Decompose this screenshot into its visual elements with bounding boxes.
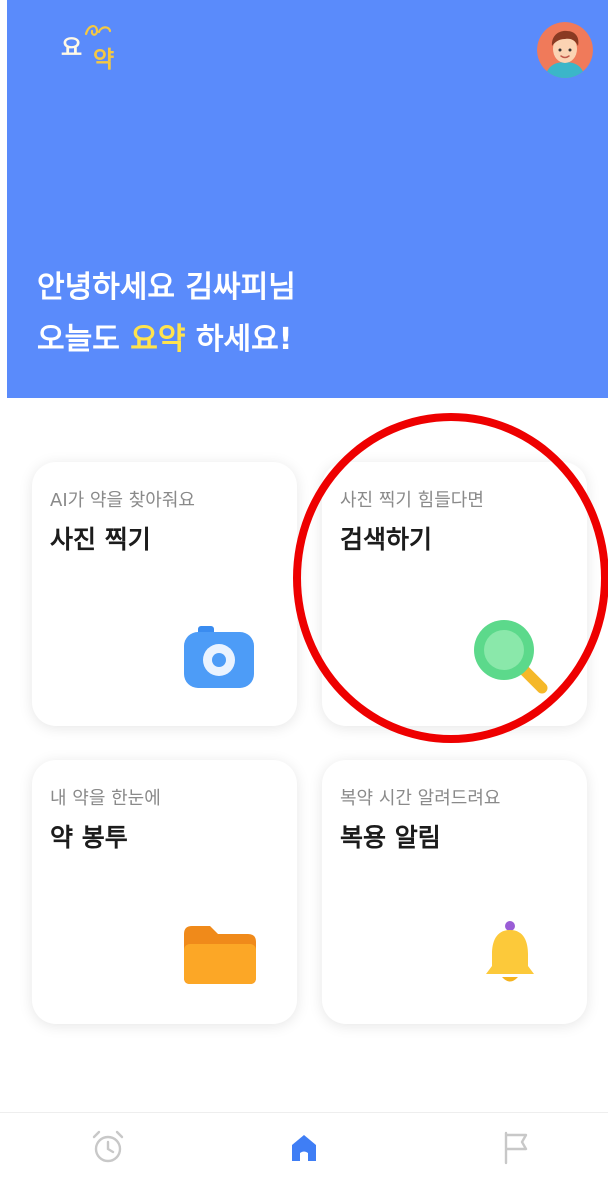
logo-text-yak: 약 bbox=[93, 47, 115, 73]
logo-text-yo: 요 bbox=[61, 35, 83, 61]
card-medication-alarm[interactable]: 복약 시간 알려드려요 복용 알림 bbox=[322, 760, 587, 1024]
nav-flag[interactable] bbox=[496, 1127, 536, 1167]
card-title: 사진 찍기 bbox=[50, 525, 151, 554]
card-subtitle: 내 약을 한눈에 bbox=[50, 788, 161, 809]
greeting-line-2: 오늘도 요약 하세요! bbox=[37, 314, 296, 366]
home-icon bbox=[292, 1135, 316, 1161]
card-pill-envelope[interactable]: 내 약을 한눈에 약 봉투 bbox=[32, 760, 297, 1024]
header-banner: 요 약 안녕하세요 김싸피님 오늘도 요약 하세요! bbox=[7, 0, 608, 398]
alarm-clock-icon bbox=[92, 1130, 124, 1163]
nav-alarm[interactable] bbox=[88, 1127, 128, 1167]
card-title: 검색하기 bbox=[340, 525, 433, 554]
avatar-icon bbox=[537, 22, 593, 78]
app-logo: 요 약 bbox=[59, 22, 129, 78]
logo-swirl-icon bbox=[84, 25, 112, 36]
bottom-navigation bbox=[0, 1112, 608, 1198]
user-avatar[interactable] bbox=[537, 22, 593, 78]
card-search[interactable]: 사진 찍기 힘들다면 검색하기 bbox=[322, 462, 587, 726]
greeting-text: 안녕하세요 김싸피님 오늘도 요약 하세요! bbox=[37, 262, 296, 366]
greeting-highlight: 요약 bbox=[130, 322, 186, 357]
nav-home[interactable] bbox=[284, 1127, 324, 1167]
magnifier-icon bbox=[472, 618, 552, 702]
card-title: 약 봉투 bbox=[50, 823, 128, 852]
bell-icon bbox=[480, 920, 540, 990]
card-subtitle: 사진 찍기 힘들다면 bbox=[340, 490, 484, 511]
folder-icon bbox=[182, 924, 258, 990]
greeting-prefix: 오늘도 bbox=[37, 322, 131, 357]
flag-icon bbox=[504, 1131, 528, 1165]
card-subtitle: AI가 약을 찾아줘요 bbox=[50, 490, 195, 511]
card-subtitle: 복약 시간 알려드려요 bbox=[340, 788, 501, 809]
camera-icon bbox=[182, 624, 256, 694]
card-title: 복용 알림 bbox=[340, 823, 441, 852]
card-take-photo[interactable]: AI가 약을 찾아줘요 사진 찍기 bbox=[32, 462, 297, 726]
greeting-line-1: 안녕하세요 김싸피님 bbox=[37, 270, 296, 305]
greeting-suffix: 하세요! bbox=[185, 322, 293, 357]
